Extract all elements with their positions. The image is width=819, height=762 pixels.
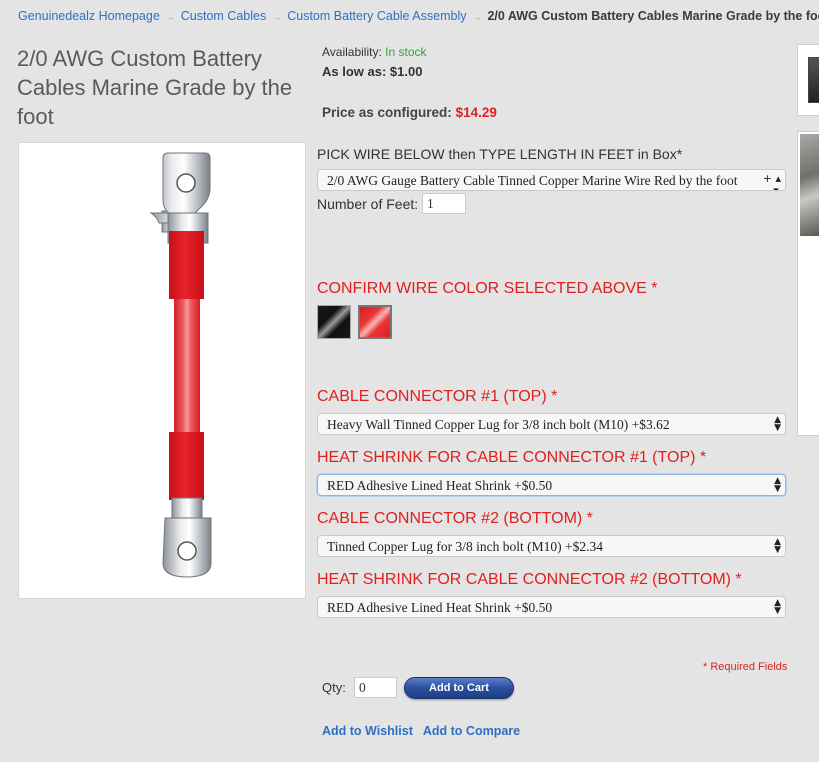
wire-select[interactable]: 2/0 AWG Gauge Battery Cable Tinned Coppe…: [317, 169, 786, 191]
as-low-as-price: As low as: $1.00: [322, 64, 422, 79]
confirm-color-label: CONFIRM WIRE COLOR SELECTED ABOVE *: [317, 280, 658, 297]
product-links: Add to Wishlist Add to Compare: [322, 724, 527, 738]
breadcrumb-separator: →: [272, 12, 282, 22]
up-down-arrows-icon: ▲ ▼: [774, 537, 781, 555]
shrink1-select-value: RED Adhesive Lined Heat Shrink +$0.50: [327, 478, 553, 493]
pick-wire-label: PICK WIRE BELOW then TYPE LENGTH IN FEET…: [317, 146, 683, 162]
connector2-label: CABLE CONNECTOR #2 (BOTTOM) *: [317, 510, 593, 527]
qty-input[interactable]: 0: [354, 677, 397, 698]
as-low-label: As low as:: [322, 64, 387, 79]
add-to-wishlist-link[interactable]: Add to Wishlist: [322, 724, 413, 738]
color-swatch-black[interactable]: [317, 305, 351, 339]
configured-price: $14.29: [455, 105, 497, 120]
as-low-value: $1.00: [389, 64, 423, 79]
add-to-cart-button[interactable]: Add to Cart: [404, 677, 514, 699]
up-down-arrows-icon: ▲ ▼: [774, 598, 781, 616]
side-product-panel[interactable]: [797, 131, 819, 436]
connector1-select-value: Heavy Wall Tinned Copper Lug for 3/8 inc…: [327, 417, 670, 432]
availability: Availability: In stock: [322, 45, 427, 59]
up-down-arrows-icon: ▲ ▼: [774, 476, 781, 494]
shrink2-label: HEAT SHRINK FOR CABLE CONNECTOR #2 (BOTT…: [317, 571, 742, 588]
shrink1-select[interactable]: RED Adhesive Lined Heat Shrink +$0.50 ▲ ▼: [317, 474, 786, 496]
bottom-lug: [162, 497, 212, 578]
breadcrumb-separator: →: [472, 12, 482, 22]
connector1-label: CABLE CONNECTOR #1 (TOP) *: [317, 388, 558, 405]
battery-cable-illustration: [149, 152, 212, 578]
product-image[interactable]: [18, 142, 306, 599]
bottom-heat-shrink: [169, 432, 204, 500]
side-product-photo: [800, 134, 819, 236]
shrink2-select[interactable]: RED Adhesive Lined Heat Shrink +$0.50 ▲ ▼: [317, 596, 786, 618]
top-heat-shrink: [169, 231, 204, 299]
product-title: 2/0 AWG Custom Battery Cables Marine Gra…: [17, 46, 293, 129]
configured-label: Price as configured:: [322, 105, 452, 120]
breadcrumb-custom-cables-link[interactable]: Custom Cables: [181, 9, 266, 23]
color-swatch-red[interactable]: [358, 305, 392, 339]
breadcrumb-current: 2/0 AWG Custom Battery Cables Marine Gra…: [487, 9, 819, 23]
breadcrumb: Genuinedealz Homepage → Custom Cables → Cust…: [18, 9, 819, 23]
thumbnail-image: [808, 57, 819, 103]
price-as-configured: Price as configured: $14.29: [322, 105, 497, 120]
qty-label: Qty:: [322, 680, 346, 695]
shrink2-select-value: RED Adhesive Lined Heat Shrink +$0.50: [327, 600, 553, 615]
number-of-feet-label: Number of Feet:: [317, 196, 419, 212]
breadcrumb-battery-cable-link[interactable]: Custom Battery Cable Assembly: [287, 9, 466, 23]
shrink1-label: HEAT SHRINK FOR CABLE CONNECTOR #1 (TOP)…: [317, 449, 707, 466]
plus-up-down-icon: + ▴ ▾: [762, 172, 781, 191]
breadcrumb-separator: →: [165, 12, 175, 22]
availability-label: Availability:: [322, 45, 382, 59]
up-down-arrows-icon: ▲ ▼: [774, 415, 781, 433]
side-thumbnail[interactable]: [797, 44, 819, 116]
required-fields-note: * Required Fields: [703, 661, 788, 673]
number-of-feet-input[interactable]: 1: [422, 193, 466, 214]
breadcrumb-home-link[interactable]: Genuinedealz Homepage: [18, 9, 160, 23]
connector2-select-value: Tinned Copper Lug for 3/8 inch bolt (M10…: [327, 539, 603, 554]
connector1-select[interactable]: Heavy Wall Tinned Copper Lug for 3/8 inc…: [317, 413, 786, 435]
wire-select-value: 2/0 AWG Gauge Battery Cable Tinned Coppe…: [327, 173, 738, 188]
connector2-select[interactable]: Tinned Copper Lug for 3/8 inch bolt (M10…: [317, 535, 786, 557]
cable-wire: [174, 299, 200, 434]
availability-status: In stock: [385, 45, 427, 59]
add-to-compare-link[interactable]: Add to Compare: [423, 724, 520, 738]
